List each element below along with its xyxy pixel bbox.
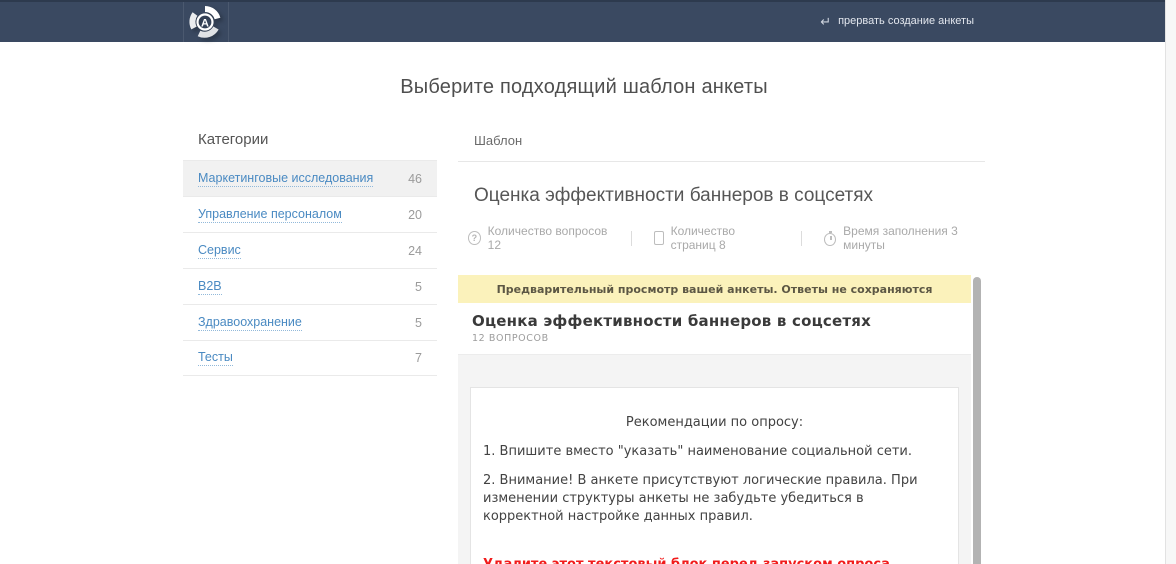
template-name: Оценка эффективности баннеров в соцсетях: [474, 185, 985, 207]
abort-survey-creation-link[interactable]: ↵ прервать создание анкеты: [820, 0, 974, 42]
template-panel: Шаблон Оценка эффективности баннеров в с…: [458, 127, 985, 564]
delete-block-warning: Удалите этот текстовый блок перед запуск…: [483, 556, 946, 564]
preview-body: Рекомендации по опросу: 1. Впишите вмест…: [458, 355, 971, 564]
category-count: 20: [408, 208, 422, 222]
question-circle-icon: ?: [468, 231, 481, 245]
category-count: 46: [408, 172, 422, 186]
preview-survey-title: Оценка эффективности баннеров в соцсетях: [472, 312, 957, 330]
stat-questions: ? Количество вопросов 12: [468, 224, 609, 252]
category-healthcare[interactable]: Здравоохранение 5: [183, 304, 437, 340]
stat-label: Количество страниц 8: [671, 224, 780, 252]
category-hr-management[interactable]: Управление персоналом 20: [183, 196, 437, 232]
template-stats: ? Количество вопросов 12 Количество стра…: [468, 224, 985, 252]
abort-link-label: прервать создание анкеты: [838, 15, 974, 27]
category-count: 7: [415, 351, 422, 365]
categories-sidebar: Категории Маркетинговые исследования 46 …: [183, 127, 437, 376]
category-marketing-research[interactable]: Маркетинговые исследования 46: [183, 160, 437, 196]
preview-survey-header: Оценка эффективности баннеров в соцсетях…: [458, 303, 971, 355]
category-link[interactable]: Сервис: [198, 243, 241, 259]
recommendation-item: 1. Впишите вместо "указать" наименование…: [483, 443, 946, 461]
category-link[interactable]: B2B: [198, 279, 222, 295]
logo-gear-icon: A: [189, 6, 221, 38]
category-link[interactable]: Маркетинговые исследования: [198, 171, 373, 187]
category-count: 5: [415, 316, 422, 330]
stat-label: Количество вопросов 12: [488, 224, 609, 252]
top-navbar: A ↵ прервать создание анкеты: [0, 0, 1165, 42]
category-service[interactable]: Сервис 24: [183, 232, 437, 268]
navbar-divider: [228, 2, 229, 42]
stat-fill-time: Время заполнения 3 минуты: [824, 224, 985, 252]
return-arrow-icon: ↵: [820, 15, 831, 28]
category-link[interactable]: Управление персоналом: [198, 207, 342, 223]
navbar-divider: [183, 2, 184, 42]
content-wrapper: Выберите подходящий шаблон анкеты Катего…: [183, 42, 985, 564]
category-b2b[interactable]: B2B 5: [183, 268, 437, 304]
preview-scrollbar[interactable]: [973, 277, 981, 564]
page-title: Выберите подходящий шаблон анкеты: [183, 76, 985, 99]
window-scrollbar[interactable]: [1165, 0, 1176, 564]
recommendation-item: 2. Внимание! В анкете присутствуют логич…: [483, 472, 946, 526]
preview-questions-count: 12 вопросов: [472, 333, 957, 344]
survey-preview-frame: Предварительный просмотр вашей анкеты. О…: [458, 275, 985, 564]
stopwatch-icon: [824, 233, 836, 246]
app-logo[interactable]: A: [189, 6, 221, 38]
svg-text:A: A: [201, 18, 209, 30]
category-link[interactable]: Здравоохранение: [198, 315, 302, 331]
preview-banner: Предварительный просмотр вашей анкеты. О…: [458, 275, 971, 303]
categories-heading: Категории: [183, 127, 437, 160]
category-tests[interactable]: Тесты 7: [183, 340, 437, 376]
page-icon: [654, 231, 664, 245]
stat-pages: Количество страниц 8: [654, 224, 780, 252]
stat-divider: [801, 231, 802, 246]
recommendations-card: Рекомендации по опросу: 1. Впишите вмест…: [470, 387, 959, 564]
recommendations-title: Рекомендации по опросу:: [483, 414, 946, 432]
category-link[interactable]: Тесты: [198, 350, 233, 366]
category-count: 5: [415, 280, 422, 294]
stat-divider: [631, 231, 632, 246]
stat-label: Время заполнения 3 минуты: [843, 224, 985, 252]
category-count: 24: [408, 244, 422, 258]
template-section-heading: Шаблон: [458, 127, 985, 162]
